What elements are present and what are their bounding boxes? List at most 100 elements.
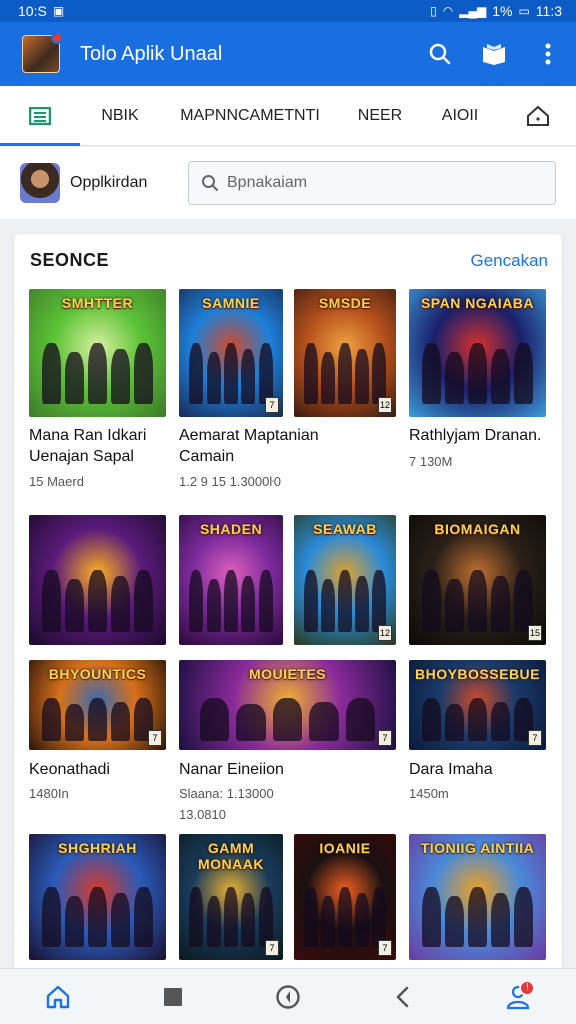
game-tile[interactable]: MOUIETES 7: [179, 660, 396, 750]
game-tile[interactable]: GAMM MONAAK 7: [179, 834, 283, 960]
game-tile[interactable]: SHGHRIAH: [29, 834, 166, 960]
character-figure: [65, 896, 84, 948]
character-figure: [42, 342, 61, 405]
game-tile[interactable]: BIOMAIGAN 15: [409, 515, 546, 645]
tab-neer[interactable]: NEER: [340, 86, 420, 146]
game-title[interactable]: Nanar Eineiion: [179, 759, 339, 780]
search-icon: [429, 43, 451, 65]
character-figure: [134, 342, 153, 405]
game-art-characters: [187, 342, 274, 405]
library-button[interactable]: [480, 40, 508, 68]
game-art-title: SMHTTER: [61, 295, 134, 311]
character-figure: [42, 697, 61, 741]
game-art-title: SMSDE: [318, 295, 372, 311]
game-art-title: SEAWAB: [313, 521, 377, 537]
tab-list[interactable]: [0, 86, 80, 146]
character-figure: [491, 892, 510, 948]
game-tile[interactable]: TIONIIG AINTIIA: [409, 834, 546, 960]
character-figure: [88, 886, 107, 948]
game-tile[interactable]: SEAWAB 12: [294, 515, 396, 645]
game-art-title: BHYOUNTICS: [48, 666, 147, 682]
book-icon: [483, 44, 505, 65]
game-tile[interactable]: BHYOUNTICS 7: [29, 660, 166, 750]
game-art-characters: [40, 342, 155, 405]
search-button[interactable]: [426, 40, 454, 68]
game-art-characters: [40, 886, 155, 948]
character-figure: [224, 342, 238, 405]
age-rating-badge: 7: [528, 730, 542, 746]
see-all-link[interactable]: Gencakan: [471, 251, 549, 271]
tab-mapnncametnti[interactable]: MAPNNCAMETNTI: [160, 86, 340, 146]
character-figure: [372, 342, 387, 405]
game-meta: 7 130M: [409, 454, 453, 469]
battery-percent: 1%: [492, 3, 513, 19]
nav-profile-button[interactable]: !: [498, 977, 538, 1017]
game-art-title: TIONIIG AINTIIA: [420, 840, 535, 856]
search-input[interactable]: Bpnakaiam: [188, 161, 556, 205]
character-figure: [206, 351, 221, 405]
home-outline-icon: [527, 105, 549, 126]
game-title[interactable]: Aemarat Maptanian Camain: [179, 425, 339, 467]
game-art-title: IOANIE: [319, 840, 371, 856]
tab-home[interactable]: [500, 86, 576, 146]
character-figure: [491, 575, 510, 632]
game-title[interactable]: Mana Ran Idkari Uenajan Sapal: [29, 425, 169, 467]
game-tile[interactable]: SHADEN: [179, 515, 283, 645]
character-figure: [224, 886, 238, 948]
game-title[interactable]: Keonathadi: [29, 759, 169, 780]
game-title[interactable]: Rathlyjam Dranan.: [409, 425, 559, 446]
more-options-button[interactable]: [534, 40, 562, 68]
list-icon: [29, 106, 51, 125]
character-figure: [514, 569, 533, 632]
character-figure: [42, 886, 61, 948]
nav-home-button[interactable]: [38, 977, 78, 1017]
game-art-title: GAMM MONAAK: [198, 840, 264, 872]
tab-nbik[interactable]: NBIK: [80, 86, 160, 146]
character-figure: [88, 569, 107, 632]
game-tile[interactable]: SMSDE 12: [294, 289, 396, 417]
game-art-characters: [302, 886, 388, 948]
game-meta: 1450m: [409, 786, 449, 801]
character-figure: [241, 348, 256, 405]
character-figure: [355, 575, 369, 632]
character-figure: [468, 569, 487, 632]
game-art-title: SHADEN: [199, 521, 263, 537]
game-tile[interactable]: SAMNIE 7: [179, 289, 283, 417]
app-logo[interactable]: [22, 32, 63, 73]
notification-badge: !: [519, 979, 536, 996]
chevron-left-icon: [396, 986, 409, 1007]
app-title: Tolo Aplik Unaal: [80, 42, 223, 65]
nav-discover-button[interactable]: [268, 977, 308, 1017]
nav-recents-button[interactable]: [153, 977, 193, 1017]
game-tile[interactable]: [29, 515, 166, 645]
age-rating-badge: 12: [378, 625, 392, 641]
character-figure: [111, 348, 130, 405]
character-figure: [445, 896, 464, 948]
game-tile[interactable]: SPAN NGAIABA: [409, 289, 546, 417]
character-figure: [111, 702, 130, 741]
age-rating-badge: 7: [265, 940, 279, 956]
character-figure: [65, 704, 84, 741]
character-figure: [372, 886, 387, 948]
bottom-nav: !: [0, 968, 576, 1024]
character-figure: [303, 342, 318, 405]
character-figure: [65, 578, 84, 632]
game-tile[interactable]: IOANIE 7: [294, 834, 396, 960]
character-figure: [42, 569, 61, 632]
character-figure: [468, 697, 487, 741]
nav-back-button[interactable]: [383, 977, 423, 1017]
game-art-characters: [420, 342, 535, 405]
game-meta: 15 Maerd: [29, 474, 84, 489]
avatar[interactable]: [20, 163, 60, 203]
game-art-characters: [187, 886, 274, 948]
age-rating-badge: 7: [378, 730, 392, 746]
character-figure: [189, 569, 204, 632]
character-figure: [111, 575, 130, 632]
game-title[interactable]: Dara Imaha: [409, 759, 549, 780]
game-art-title: MOUIETES: [248, 666, 327, 682]
game-tile[interactable]: SMHTTER: [29, 289, 166, 417]
character-figure: [320, 896, 335, 948]
game-tile[interactable]: BHOYBOSSEBUE 7: [409, 660, 546, 750]
character-figure: [355, 348, 369, 405]
tab-aioii[interactable]: AIOII: [420, 86, 500, 146]
